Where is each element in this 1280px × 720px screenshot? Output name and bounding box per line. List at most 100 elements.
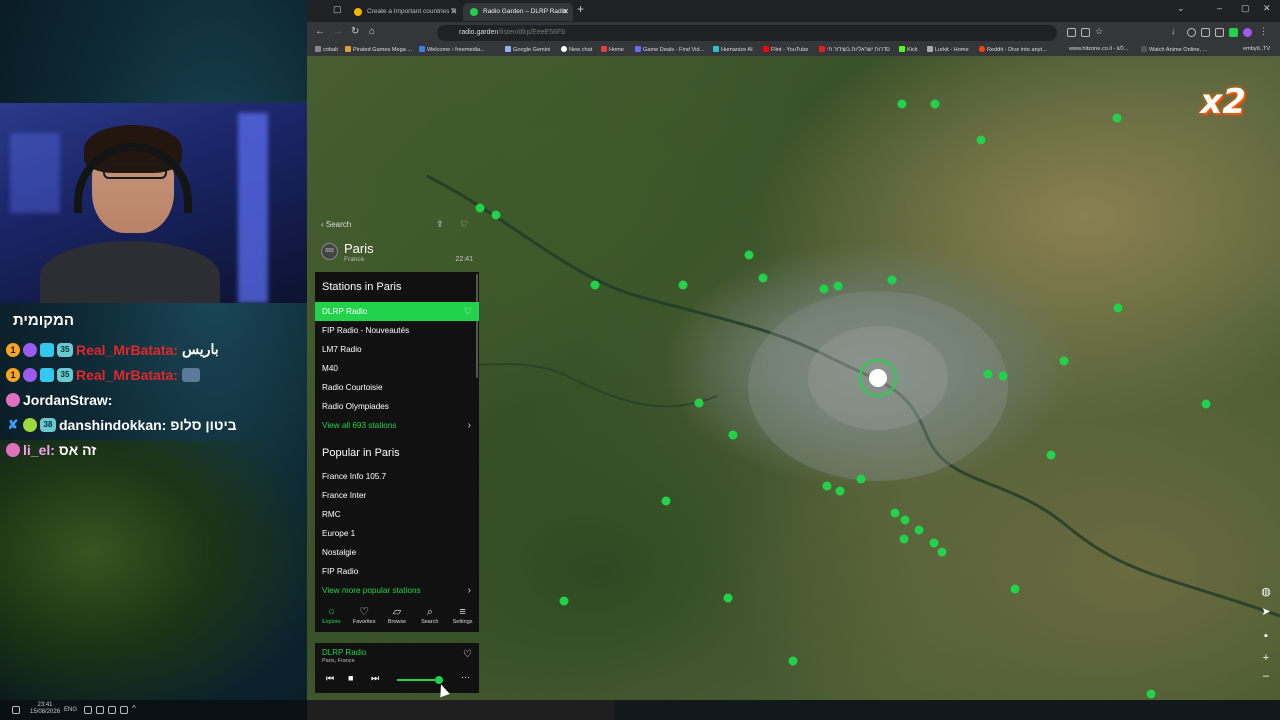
station-dot[interactable]	[661, 496, 671, 506]
home-icon[interactable]: ⌂	[369, 26, 375, 37]
station-dot[interactable]	[819, 284, 829, 294]
bookmark-item[interactable]: סדרות ישראליות בשידור חי	[819, 46, 890, 53]
chevron-up-icon[interactable]: ^	[132, 704, 140, 713]
popular-station-item[interactable]: Europe 1	[315, 524, 479, 543]
nav-favorites[interactable]: ♡ Favorites	[348, 602, 381, 632]
station-dot[interactable]	[1010, 584, 1020, 594]
share-icon[interactable]: ⇪	[436, 219, 446, 229]
station-dot[interactable]	[1201, 399, 1211, 409]
station-item[interactable]: DLRP Radio ♡	[315, 302, 479, 321]
station-dot[interactable]	[590, 280, 600, 290]
station-dot[interactable]	[559, 596, 569, 606]
station-item[interactable]: Radio Courtoisie	[315, 378, 479, 397]
bookmark-item[interactable]: Game Deals - Find Vid...	[635, 46, 704, 53]
tray-icon[interactable]	[120, 706, 128, 714]
tab-radio-garden[interactable]: Radio Garden – DLRP Radio ✕	[463, 3, 573, 21]
station-dot[interactable]	[1046, 450, 1056, 460]
previous-button[interactable]: ⏮	[326, 673, 334, 684]
bookmark-item[interactable]: Lurkit - Home	[927, 46, 969, 53]
popular-station-item[interactable]: France Inter	[315, 486, 479, 505]
minimize-button[interactable]: –	[1217, 3, 1222, 13]
bookmark-item[interactable]: Google Gemini	[505, 46, 550, 53]
nav-search[interactable]: ⌕ Search	[413, 602, 446, 632]
station-dot[interactable]	[694, 398, 704, 408]
bookmark-item[interactable]: Pirated Games Mega ...	[345, 46, 412, 53]
tab-actions-icon[interactable]: ▢	[333, 4, 342, 15]
bookmark-item[interactable]: Home	[601, 46, 624, 53]
station-dot[interactable]	[937, 547, 947, 557]
extension-icon[interactable]	[1201, 28, 1210, 37]
extension-icon[interactable]	[1187, 28, 1196, 37]
station-dot[interactable]	[998, 371, 1008, 381]
close-icon[interactable]: ✕	[562, 3, 569, 21]
popular-station-item[interactable]: FIP Radio	[315, 562, 479, 581]
favorite-place-icon[interactable]: ♡	[460, 219, 470, 229]
tab-countries[interactable]: Create a Important countries Ti ✕	[347, 3, 461, 21]
star-icon[interactable]: ☆	[1095, 26, 1104, 36]
station-dot[interactable]	[1112, 113, 1122, 123]
chevron-down-icon[interactable]: ⌄	[1177, 3, 1185, 14]
bookmark-item[interactable]: cobalt	[315, 46, 338, 53]
menu-icon[interactable]: ⋮	[1259, 26, 1268, 36]
volume-slider[interactable]	[397, 676, 444, 684]
station-item[interactable]: FIP Radio - Nouveautés	[315, 321, 479, 340]
station-dot[interactable]	[833, 281, 843, 291]
station-dot[interactable]	[744, 250, 754, 260]
close-icon[interactable]: ✕	[450, 3, 457, 21]
station-dot[interactable]	[983, 369, 993, 379]
station-dot[interactable]	[491, 210, 501, 220]
station-dot[interactable]	[758, 273, 768, 283]
selected-station-marker[interactable]	[869, 369, 887, 387]
forward-arrow-icon[interactable]: →	[333, 26, 343, 37]
address-bar[interactable]: radio.garden/listen/dlrp/EeeE56Fb	[437, 25, 1057, 41]
station-dot[interactable]	[822, 481, 832, 491]
popular-station-item[interactable]: RMC	[315, 505, 479, 524]
station-dot[interactable]	[475, 203, 485, 213]
bookmark-item[interactable]: Welcome › freemedia...	[419, 46, 485, 53]
station-dot[interactable]	[930, 99, 940, 109]
station-dot[interactable]	[929, 538, 939, 548]
globe-icon[interactable]: ◍	[1260, 586, 1272, 598]
bookmark-item[interactable]: www.hitzone.co.il - לש...	[1069, 46, 1129, 52]
station-dot[interactable]	[976, 135, 986, 145]
station-item[interactable]: Radio Olympiades	[315, 397, 479, 416]
reader-icon[interactable]	[1067, 28, 1076, 37]
station-dot[interactable]	[1059, 356, 1069, 366]
stop-button[interactable]: ■	[348, 673, 353, 683]
popular-station-item[interactable]: France Info 105.7	[315, 467, 479, 486]
bookmark-item[interactable]: New chat	[561, 46, 592, 53]
station-dot[interactable]	[835, 486, 845, 496]
heart-icon[interactable]: ♡	[463, 649, 472, 660]
profile-avatar[interactable]	[1243, 28, 1252, 37]
screenshot-icon[interactable]	[1081, 28, 1090, 37]
station-dot[interactable]	[897, 99, 907, 109]
download-icon[interactable]: ↓	[1171, 26, 1180, 36]
lock-icon[interactable]: ▪	[1260, 630, 1272, 642]
extension-icon[interactable]	[1215, 28, 1224, 37]
station-item[interactable]: M40	[315, 359, 479, 378]
new-tab-button[interactable]: +	[577, 2, 584, 16]
station-dot[interactable]	[788, 656, 798, 666]
bookmark-item[interactable]: Humanize AI	[713, 46, 753, 53]
bookmark-item[interactable]: embyIL.TV	[1243, 46, 1270, 52]
wifi-icon[interactable]	[84, 706, 92, 714]
station-dot[interactable]	[890, 508, 900, 518]
next-button[interactable]: ⏭	[371, 673, 379, 684]
maximize-button[interactable]: ▢	[1241, 3, 1250, 14]
popular-station-item[interactable]: Nostalgie	[315, 543, 479, 562]
zoom-out-button[interactable]: –	[1260, 670, 1272, 682]
station-dot[interactable]	[1113, 303, 1123, 313]
taskbar-clock[interactable]: 23:41 15/08/2026	[30, 702, 60, 716]
station-dot[interactable]	[900, 515, 910, 525]
locate-icon[interactable]: ➤	[1260, 606, 1272, 618]
zoom-in-button[interactable]: +	[1260, 652, 1272, 664]
back-to-search-button[interactable]: ‹ Search	[321, 220, 351, 229]
heart-icon[interactable]: ♡	[464, 302, 472, 321]
back-arrow-icon[interactable]: ←	[315, 26, 325, 37]
close-window-button[interactable]: ✕	[1263, 3, 1271, 14]
bookmark-item[interactable]: Reddit - Dive into anyt...	[979, 46, 1047, 53]
view-all-stations-link[interactable]: View all 693 stations ›	[315, 416, 479, 435]
nav-settings[interactable]: ≡ Settings	[446, 602, 479, 632]
notification-icon[interactable]	[12, 706, 20, 714]
more-options-icon[interactable]: ⋯	[461, 672, 470, 683]
